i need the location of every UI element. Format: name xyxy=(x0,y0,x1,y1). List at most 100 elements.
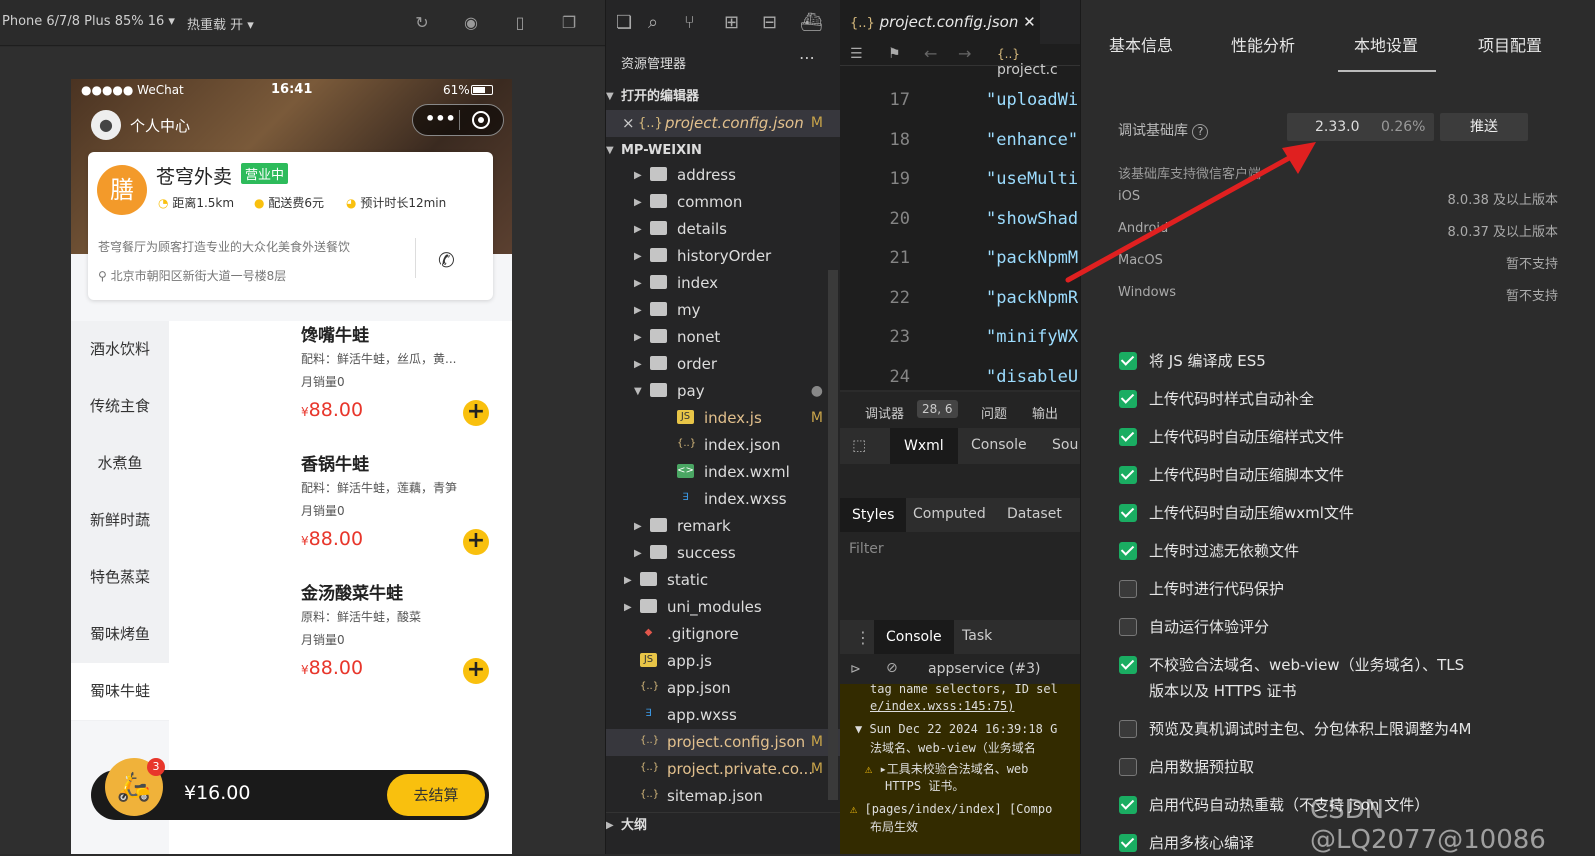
folder-item[interactable]: ▶ my xyxy=(606,297,841,324)
chevron-right-icon[interactable]: ▶ xyxy=(624,594,632,621)
close-mini-icon[interactable] xyxy=(472,111,490,129)
option-checkbox[interactable] xyxy=(1119,352,1137,370)
chevron-right-icon[interactable]: ▶ xyxy=(634,216,642,243)
folder-item[interactable]: ▶ remark xyxy=(606,513,841,540)
console-link[interactable]: e/index.wxss:145:75) xyxy=(870,699,1015,713)
folder-item[interactable]: ▶ success xyxy=(606,540,841,567)
tab-output[interactable]: 输出 xyxy=(1032,403,1058,422)
stop-icon[interactable]: ◉ xyxy=(462,14,480,32)
list-icon[interactable]: ☰ xyxy=(850,46,863,62)
breadcrumb[interactable]: {..} project.c xyxy=(997,46,1080,78)
tab-computed[interactable]: Computed xyxy=(913,506,986,522)
nav-title[interactable]: 个人中心 xyxy=(130,115,190,136)
option-checkbox[interactable] xyxy=(1119,796,1137,814)
file-item[interactable]: ∃ index.wxss xyxy=(606,486,841,513)
forward-icon[interactable]: → xyxy=(958,44,971,63)
chevron-right-icon[interactable]: ▶ xyxy=(634,270,642,297)
option-checkbox[interactable] xyxy=(1119,466,1137,484)
folder-item[interactable]: ▶ nonet xyxy=(606,324,841,351)
user-icon[interactable]: ● xyxy=(91,110,121,140)
open-editors-section[interactable]: ▼ 打开的编辑器 xyxy=(606,84,841,110)
option-label[interactable]: 上传时过滤无依赖文件 xyxy=(1149,538,1299,564)
extensions-icon[interactable]: ⊞ xyxy=(724,12,739,33)
capsule-menu[interactable]: ••• xyxy=(412,104,504,136)
tab-dataset[interactable]: Dataset xyxy=(1007,506,1062,522)
category-item[interactable]: 特色蒸菜 xyxy=(71,549,169,606)
filter-input[interactable]: Filter xyxy=(849,541,884,557)
chevron-right-icon[interactable]: ▶ xyxy=(634,351,642,378)
folder-item[interactable]: ▶ address xyxy=(606,162,841,189)
inspect-icon[interactable]: ⬚ xyxy=(852,436,866,454)
more-actions-icon[interactable]: ⋯ xyxy=(799,48,815,67)
clear-console-icon[interactable]: ⊘ xyxy=(886,660,898,676)
option-label[interactable]: 上传代码时自动压缩样式文件 xyxy=(1149,424,1344,450)
context-select[interactable]: appservice (#3) xyxy=(928,661,1041,677)
file-item[interactable]: JS app.js xyxy=(606,648,841,675)
window-icon[interactable]: ❐ xyxy=(560,14,578,32)
add-dish-button[interactable]: + xyxy=(463,400,489,426)
option-label[interactable]: 不校验合法域名、web-view（业务域名）、TLS xyxy=(1149,652,1464,678)
close-icon[interactable]: × xyxy=(622,110,635,137)
docker-icon[interactable]: ⛴ xyxy=(800,12,823,33)
chevron-right-icon[interactable]: ▶ xyxy=(634,540,642,567)
more-icon[interactable]: ••• xyxy=(425,109,456,128)
file-item[interactable]: {..} sitemap.json xyxy=(606,783,841,810)
tab-project-config[interactable]: 项目配置 xyxy=(1478,32,1542,56)
folder-item[interactable]: ▶ historyOrder xyxy=(606,243,841,270)
checkout-button[interactable]: 去结算 xyxy=(387,774,485,816)
back-icon[interactable]: ← xyxy=(924,44,937,63)
option-checkbox[interactable] xyxy=(1119,834,1137,852)
chevron-down-icon[interactable]: ▼ xyxy=(634,378,642,405)
option-label[interactable]: 自动运行体验评分 xyxy=(1149,614,1269,640)
preview-icon[interactable]: ⊟ xyxy=(762,12,777,33)
folder-item[interactable]: ▶ static xyxy=(606,567,841,594)
option-label[interactable]: 启用数据预拉取 xyxy=(1149,754,1254,780)
option-checkbox[interactable] xyxy=(1119,580,1137,598)
option-checkbox[interactable] xyxy=(1119,758,1137,776)
category-item[interactable]: 水煮鱼 xyxy=(71,435,169,492)
tab-basic-info[interactable]: 基本信息 xyxy=(1109,32,1173,56)
option-checkbox[interactable] xyxy=(1119,656,1137,674)
folder-item[interactable]: ▶ details xyxy=(606,216,841,243)
source-control-icon[interactable]: ⑂ xyxy=(684,12,695,33)
phone-call-icon[interactable]: ✆ xyxy=(438,248,455,272)
option-label[interactable]: 版本以及 HTTPS 证书 xyxy=(1149,678,1296,704)
tab-console-drawer[interactable]: Console xyxy=(874,620,954,654)
tab-styles[interactable]: Styles xyxy=(840,498,907,532)
option-label[interactable]: 预览及真机调试时主包、分包体积上限调整为4M xyxy=(1149,716,1472,742)
folder-item[interactable]: ▶ order xyxy=(606,351,841,378)
file-item[interactable]: {..} project.private.co... M xyxy=(606,756,841,783)
file-item[interactable]: {..} app.json xyxy=(606,675,841,702)
tab-problems[interactable]: 问题 xyxy=(981,403,1007,422)
chevron-right-icon[interactable]: ▶ xyxy=(634,243,642,270)
explorer-scrollbar[interactable] xyxy=(828,270,838,800)
option-checkbox[interactable] xyxy=(1119,618,1137,636)
folder-item[interactable]: ▶ index xyxy=(606,270,841,297)
category-item[interactable]: 新鲜时蔬 xyxy=(71,492,169,549)
add-dish-button[interactable]: + xyxy=(463,658,489,684)
editor-tab[interactable]: {..} project.config.json ✕ xyxy=(840,0,1040,44)
option-checkbox[interactable] xyxy=(1119,390,1137,408)
tab-sources[interactable]: Sou xyxy=(1052,437,1078,453)
file-item[interactable]: {..} index.json xyxy=(606,432,841,459)
option-checkbox[interactable] xyxy=(1119,720,1137,738)
file-item[interactable]: {..} project.config.json M xyxy=(606,729,841,756)
tab-debugger[interactable]: 调试器 xyxy=(865,403,904,422)
option-label[interactable]: 上传时进行代码保护 xyxy=(1149,576,1284,602)
option-checkbox[interactable] xyxy=(1119,428,1137,446)
close-tab-icon[interactable]: ✕ xyxy=(1023,13,1036,31)
file-item[interactable]: ◆ .gitignore xyxy=(606,621,841,648)
folder-item[interactable]: ▶ uni_modules xyxy=(606,594,841,621)
option-checkbox[interactable] xyxy=(1119,542,1137,560)
outline-section[interactable]: ▶ 大纲 xyxy=(606,812,841,838)
file-item[interactable]: <> index.wxml xyxy=(606,459,841,486)
hotreload-toggle[interactable]: 热重载 开 ▾ xyxy=(187,14,254,33)
chevron-right-icon[interactable]: ▶ xyxy=(624,567,632,594)
category-item-active[interactable]: 蜀味牛蛙 xyxy=(71,663,169,720)
refresh-icon[interactable]: ↻ xyxy=(413,14,431,32)
device-select[interactable]: Phone 6/7/8 Plus 85% 16 ▾ xyxy=(2,14,175,29)
file-item[interactable]: JS index.js M xyxy=(606,405,841,432)
chevron-right-icon[interactable]: ▶ xyxy=(634,297,642,324)
option-checkbox[interactable] xyxy=(1119,504,1137,522)
folder-item[interactable]: ▶ common xyxy=(606,189,841,216)
